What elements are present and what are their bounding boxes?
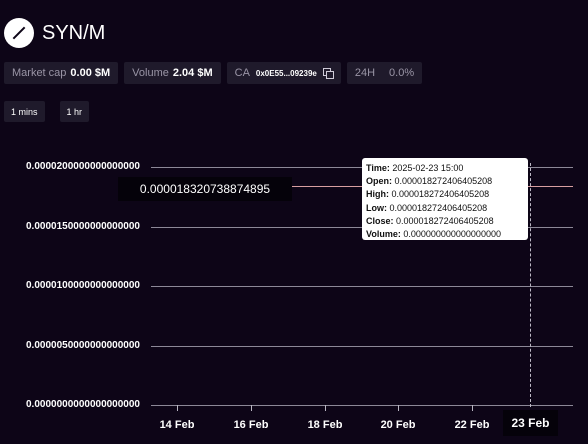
tooltip-low-value: 0.000018272406405208 xyxy=(389,202,488,213)
market-cap-label: Market cap xyxy=(12,67,67,79)
tooltip-close-label: Close: xyxy=(366,215,394,226)
tooltip-volume-value: 0.000000000000000000 xyxy=(403,229,501,240)
contract-address-value: 0x0E55...09239e xyxy=(255,68,317,78)
contract-address-label: CA xyxy=(234,67,250,79)
change-24h-label: 24H xyxy=(354,67,376,79)
tooltip-time-row: Time: 2025-02-23 15:00 xyxy=(366,162,524,175)
x-tick-label: 18 Feb xyxy=(307,419,343,431)
copy-icon[interactable] xyxy=(322,68,334,79)
x-tick-label: 20 Feb xyxy=(380,419,416,431)
tooltip-high-label: High: xyxy=(366,189,389,200)
volume-stat: Volume 2.04 $M xyxy=(124,62,221,84)
volume-label: Volume xyxy=(132,67,169,79)
tooltip-low-label: Low: xyxy=(366,202,387,213)
x-tick xyxy=(177,405,178,411)
token-pair-title: SYN/M xyxy=(42,21,106,44)
tooltip-low-row: Low: 0.000018272406405208 xyxy=(366,202,524,215)
crosshair-vertical-line xyxy=(530,163,531,407)
tooltip-open-row: Open: 0.000018272406405208 xyxy=(366,175,524,188)
token-header: SYN/M xyxy=(4,18,105,48)
interval-1-mins-button[interactable]: 1 mins xyxy=(4,101,45,122)
y-tick-label: 0.0000150000000000000 xyxy=(25,221,140,232)
volume-value: 2.04 $M xyxy=(172,67,213,79)
interval-selector: 1 mins 1 hr xyxy=(4,101,104,122)
crosshair-date-label: 23 Feb xyxy=(503,410,558,436)
x-tick-label: 14 Feb xyxy=(159,419,195,431)
last-price-tag: 0.000018320738874895 xyxy=(118,177,292,201)
tooltip-open-value: 0.000018272406405208 xyxy=(394,176,493,187)
y-tick-label: 0.0000200000000000000 xyxy=(25,161,140,172)
x-tick xyxy=(251,405,252,411)
tooltip-volume-label: Volume: xyxy=(366,229,401,240)
x-tick xyxy=(325,405,326,411)
grid-line xyxy=(151,405,573,406)
change-24h-value: 0.0% xyxy=(389,67,415,79)
y-tick-label: 0.0000100000000000000 xyxy=(25,280,140,291)
contract-address-stat: CA 0x0E55...09239e xyxy=(226,62,341,84)
tooltip-time-label: Time: xyxy=(366,163,390,173)
ohlc-tooltip: Time: 2025-02-23 15:00 Open: 0.000018272… xyxy=(362,158,528,240)
market-cap-value: 0.00 $M xyxy=(70,67,111,79)
x-tick xyxy=(472,405,473,411)
y-tick-label: 0.0000050000000000000 xyxy=(25,340,140,351)
grid-line xyxy=(151,346,573,347)
token-logo xyxy=(4,18,34,48)
tooltip-close-row: Close: 0.000018272406405208 xyxy=(366,215,524,228)
x-tick-label: 22 Feb xyxy=(454,419,490,431)
stats-bar: Market cap 0.00 $M Volume 2.04 $M CA 0x0… xyxy=(4,62,428,84)
interval-1-hr-button[interactable]: 1 hr xyxy=(59,101,90,122)
x-tick xyxy=(398,405,399,411)
tooltip-close-value: 0.000018272406405208 xyxy=(396,215,494,226)
tooltip-volume-row: Volume: 0.000000000000000000 xyxy=(366,228,524,241)
tooltip-time-value: 2025-02-23 15:00 xyxy=(392,163,464,173)
tooltip-high-row: High: 0.000018272406405208 xyxy=(366,188,524,201)
x-tick-label: 16 Feb xyxy=(233,419,269,431)
market-cap-stat: Market cap 0.00 $M xyxy=(4,62,119,84)
grid-line xyxy=(151,286,573,287)
tooltip-open-label: Open: xyxy=(366,176,392,187)
tooltip-high-value: 0.000018272406405208 xyxy=(391,189,490,200)
y-tick-label: 0.0000000000000000000 xyxy=(25,399,140,410)
change-24h-stat: 24H 0.0% xyxy=(346,62,423,84)
